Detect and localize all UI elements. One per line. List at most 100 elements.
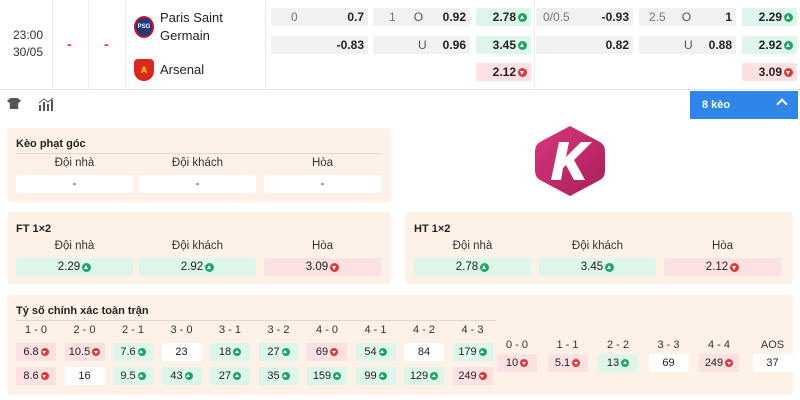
score-odd[interactable]: 179 [452,343,493,361]
odds-down-icon [784,67,793,77]
score-label: 3 - 1 [210,324,250,336]
ht-under-label: U [684,38,693,52]
ft-under-label: U [418,38,427,52]
score-label-value: 3 - 0 [170,324,193,336]
ft-over[interactable]: 1 O 0.92 [373,8,470,26]
score-odd[interactable]: 16 [64,367,105,385]
score-odd[interactable]: 5.1 [547,354,588,372]
ht-under-odd: 0.88 [708,38,732,52]
score-label-value: AOS [760,339,785,351]
ft-away-odd[interactable]: 2.92 [139,258,256,276]
ht-handicap-away[interactable]: 0.82 [536,36,633,54]
score-odd[interactable]: 8.6 [16,367,56,385]
ht-1x2-away[interactable]: 2.92 [742,36,797,54]
score-odd[interactable]: 23 [161,343,202,361]
odds-up-icon [333,372,342,380]
score-odd-value: 249 [704,357,724,369]
score-odd[interactable]: 159 [307,367,347,385]
ft-handicap-away[interactable]: -0.83 [271,36,368,54]
score-odd-value: 54 [364,346,377,358]
ft-handicap-home[interactable]: 0 0.7 [271,8,368,26]
score-odd[interactable]: 69 [307,343,347,361]
score-odd[interactable]: 13 [598,354,638,372]
score-odd[interactable]: 18 [210,343,250,361]
score-odd[interactable]: 10.5 [64,343,105,361]
col-header-home: Đội nhà [452,240,493,252]
ht-over[interactable]: 2.5 O 1 [639,8,736,26]
corner-home-odd[interactable]: - [16,175,133,193]
score-odd[interactable]: 54 [355,343,396,361]
score-odd[interactable]: 129 [404,367,444,385]
ht-ou-line: 2.5 [649,10,666,24]
corner-draw-odd[interactable]: - [264,175,381,193]
ft-away-odd-value: 2.92 [180,261,204,273]
odds-up-icon [137,348,146,356]
score-odd[interactable]: 249 [452,367,493,385]
ft-1x2-draw[interactable]: 2.12 [476,63,531,81]
score-label: 4 - 4 [699,339,739,351]
score-odd-value: 69 [315,346,329,358]
score-odd[interactable]: 84 [404,343,444,361]
odds-up-icon [281,348,290,356]
odds-up-icon [621,359,630,367]
score-odd[interactable]: 37 [752,354,793,372]
score-home: - [67,36,72,52]
odds-up-icon [784,12,793,22]
score-odd[interactable]: 27 [210,367,250,385]
score-odd-value: 9.5 [120,370,136,382]
odds-up-icon [518,40,527,50]
ht-draw-odd-value: 2.12 [705,261,729,273]
ht-1x2-draw[interactable]: 3.09 [742,63,797,81]
odds-down-icon [40,348,49,356]
odds-down-icon [330,348,339,356]
match-row[interactable]: 23:00 30/05 - - PSG Paris Saint Germain … [0,0,800,90]
col-header-draw: Hòa [711,240,734,252]
score-odd[interactable]: 99 [355,367,396,385]
score-label: AOS [753,339,793,351]
score-away: - [104,36,109,52]
score-odd[interactable]: 6.8 [16,343,56,361]
score-label-value: 3 - 1 [218,324,241,336]
score-odd-value: 13 [606,357,620,369]
corner-away-odd[interactable]: - [139,175,256,193]
odds-up-icon [205,262,215,272]
lineup-shirt-icon[interactable] [7,98,21,109]
away-team[interactable]: A Arsenal [134,59,204,81]
divider [16,320,496,321]
ht-1x2-away-odd: 2.92 [758,38,782,52]
score-odd[interactable]: 43 [161,367,202,385]
score-odd[interactable]: 69 [648,354,689,372]
ht-draw-odd[interactable]: 2.12 [664,258,781,276]
score-label: 4 - 3 [453,324,493,336]
home-team[interactable]: PSG Paris Saint Germain [134,9,223,45]
ft-draw-odd[interactable]: 3.09 [264,258,381,276]
score-odd[interactable]: 27 [258,343,299,361]
score-odd-value: 43 [170,370,183,382]
ht-under[interactable]: U 0.88 [639,36,736,54]
odds-up-icon [478,348,487,356]
score-odd[interactable]: 249 [699,354,739,372]
ft-under[interactable]: U 0.96 [373,36,470,54]
ft-1x2-away[interactable]: 3.45 [476,36,531,54]
psg-crest-icon: PSG [134,16,154,38]
odds-down-icon [725,359,734,367]
chevron-up-icon [776,98,788,110]
ht-handicap-home[interactable]: 0/0.5 -0.93 [536,8,633,26]
ft-1x2-home[interactable]: 2.78 [476,8,531,26]
score-odd[interactable]: 9.5 [113,367,153,385]
ht-away-odd[interactable]: 3.45 [539,258,656,276]
match-toolbar [0,90,800,118]
stats-chart-icon[interactable] [38,97,54,111]
ht-home-odd[interactable]: 2.78 [414,258,531,276]
ht-handicap-home-odd: -0.93 [601,10,629,24]
more-bets-button[interactable]: 8 kèo [690,91,798,119]
score-odd[interactable]: 10 [497,354,537,372]
score-label: 3 - 3 [649,339,689,351]
score-odd[interactable]: 7.6 [113,343,153,361]
ft-home-odd[interactable]: 2.29 [16,258,133,276]
score-odd[interactable]: 35 [258,367,299,385]
score-odd-value: 16 [78,370,91,382]
ft-1x2-home-odd: 2.78 [492,10,516,24]
ht-1x2-home[interactable]: 2.29 [742,8,797,26]
score-odd-value: 7.6 [120,346,136,358]
